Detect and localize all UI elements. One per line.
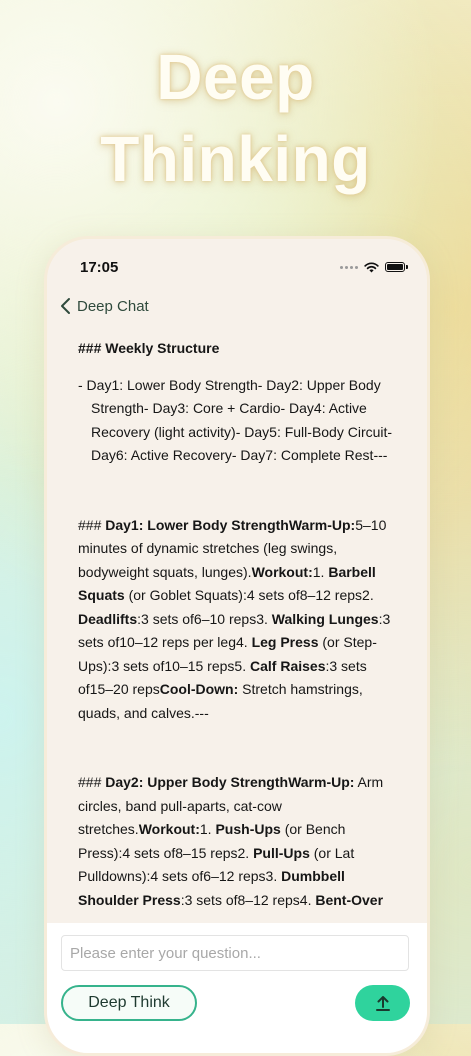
status-time: 17:05	[80, 258, 119, 276]
weekly-list: - Day1: Lower Body Strength- Day2: Upper…	[78, 376, 393, 464]
hero-title: Deep Thinking	[0, 36, 471, 200]
nav-title: Deep Chat	[77, 297, 149, 315]
signal-dots-icon	[340, 265, 358, 269]
weekly-heading: ### Weekly Structure	[78, 340, 220, 356]
upload-arrow-icon	[375, 996, 390, 1011]
chat-message: ### Weekly Structure - Day1: Lower Body …	[78, 337, 396, 912]
wifi-icon	[364, 261, 379, 272]
chevron-left-icon	[61, 298, 70, 314]
question-input[interactable]	[61, 935, 409, 971]
hero-line-2: Thinking	[100, 123, 371, 195]
day2-section: ### Day2: Upper Body StrengthWarm-Up: Ar…	[78, 774, 384, 908]
deep-think-button[interactable]: Deep Think	[61, 985, 197, 1021]
battery-icon	[385, 262, 408, 272]
day1-section: ### Day1: Lower Body StrengthWarm-Up:5–1…	[78, 516, 391, 721]
status-bar: 17:05	[80, 256, 408, 278]
status-icons	[340, 261, 408, 273]
composer-panel: Deep Think	[47, 923, 427, 1053]
phone-frame: 17:05 Deep Chat ### Weekly Structure - D…	[44, 236, 430, 1056]
back-button[interactable]: Deep Chat	[59, 294, 149, 318]
send-button[interactable]	[355, 985, 410, 1021]
hero-line-1: Deep	[156, 41, 315, 113]
